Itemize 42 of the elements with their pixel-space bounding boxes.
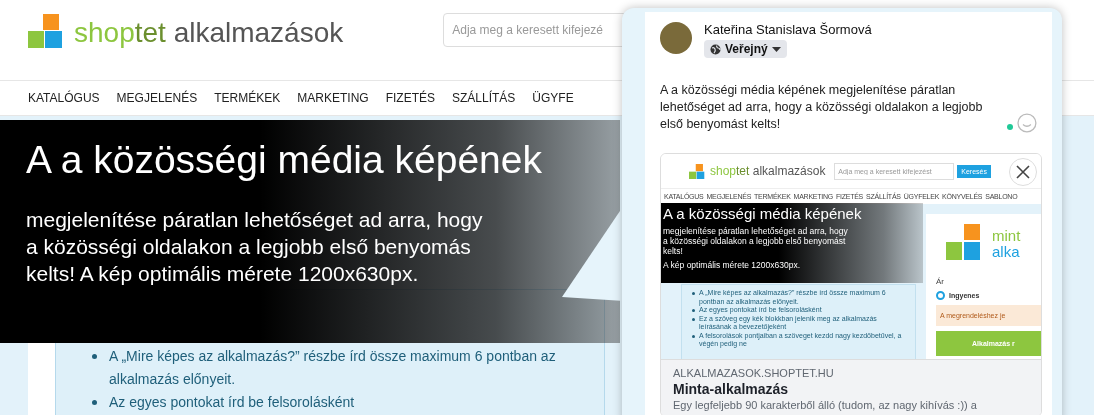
link-title: Minta-alkalmazás [673,380,790,398]
author-name: Kateřina Stanislava Šormová [704,22,872,37]
banner-text: megjelenítése páratlan lehetőséget ad arra, hogy [26,207,484,233]
audience-button[interactable]: Veřejný [704,40,787,58]
bullet-icon [692,292,695,295]
banner-title: A a közösségi média képének [26,138,543,182]
link-domain: ALKALMAZASOK.SHOPTET.HU [673,366,835,380]
bullet-icon [92,354,97,359]
logo-text: shoptet alkalmazások [74,17,344,49]
banner-text: a közösségi oldalakon a legjobb első benyomást [663,236,846,246]
bullet-text: A „Mire képes az alkalmazás?” részbe írd össze maximum 6 pontban az alkalmazás előnyeit. [109,347,557,389]
nav-link[interactable]: TERMÉKEK [214,91,281,105]
post-text[interactable]: A a közösségi média képének megjelenítése páratlan lehetőséget ad arra, hogy a közösségi oldalakon a legjobb első benyomást kelts! [660,82,1004,133]
nav-link[interactable]: MARKETING [297,91,369,105]
banner-text: megjelenítése páratlan lehetőséget ad arra, hogy [663,226,848,236]
nav-link[interactable]: KATALÓGUS [28,91,100,105]
banner-text: a közösségi oldalakon a legjobb első benyomás [26,234,472,260]
logo-text: alka [992,244,1021,260]
banner-text: A kép optimális mérete 1200x630px. [663,260,801,270]
bullet-icon [692,334,695,338]
emoji-icon [1017,113,1037,133]
bullet-icon [92,400,97,405]
avatar [660,22,692,54]
banner-title: A a közösségi média képének [663,205,862,222]
logo-text: mint [992,228,1021,244]
banner-text: kelts! [663,246,683,256]
globe-icon [710,43,721,55]
bullet-text: Az egyes pontokat írd be felsorolásként [109,393,355,412]
bullet-icon [692,317,695,321]
nav-link[interactable]: SZÁLLÍTÁS [452,91,516,105]
status-dot [1007,124,1014,130]
link-preview-card[interactable] [660,153,1042,415]
banner-text: kelts! A kép optimális mérete 1200x630px. [26,261,420,287]
nav-link[interactable]: ÜGYFE [532,91,574,105]
logo-text: shoptet alkalmazások [710,163,826,179]
nav-link[interactable]: FIZETÉS [385,91,435,105]
close-icon [1016,165,1030,179]
caret-icon [771,46,781,52]
link-description: Egy legfeljebb 90 karakterből álló (tudom, az nagy kihívás :)) a [673,398,978,412]
nav-link[interactable]: MEGJELENÉS [116,91,198,105]
price-label: Ár [936,277,945,286]
bullet-icon [692,309,695,312]
